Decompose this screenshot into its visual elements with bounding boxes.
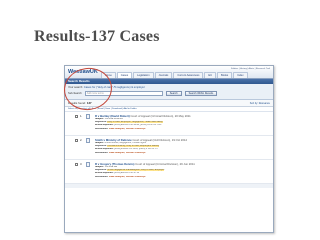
search-within-results-button[interactable]: Search Within Results — [184, 91, 218, 96]
document-icon — [86, 162, 90, 167]
result-where-reported[interactable]: [2011] EWCA Crim 1296; [2011] Crim L.R. … — [114, 124, 161, 126]
results-count-bar: Results found: 137 Sort by: Relevance — [65, 100, 273, 107]
search-button[interactable]: Search — [165, 91, 182, 96]
result-documents-line: Documents: Case Analysis; Official Trans… — [95, 128, 270, 131]
result-subject: Criminal evidence — [104, 118, 123, 120]
tab-current-awareness[interactable]: Current Awareness — [173, 72, 204, 78]
tab-journals[interactable]: Journals — [154, 72, 173, 78]
search-query-prefix: Your search: — [68, 86, 83, 89]
westlaw-screenshot: WestlawUK Home Cases Legislation Journal… — [64, 65, 274, 233]
top-navigation-bar: WestlawUK Home Cases Legislation Journal… — [65, 66, 273, 79]
result-keywords: Combat immunity; Duty of care; Employers… — [107, 145, 160, 148]
results-count: 137 — [86, 101, 92, 105]
result-where-reported[interactable]: [2011] EWCA Crim 1712 — [114, 172, 139, 174]
document-icon — [86, 114, 90, 119]
result-number: 2. — [80, 138, 83, 142]
tab-eu[interactable]: EU — [204, 72, 216, 78]
where-reported-label: Where Reported: — [95, 124, 114, 127]
tab-books[interactable]: Books — [216, 72, 233, 78]
search-query-text: Cases for ("duty of care" /5 negligence)… — [83, 86, 145, 89]
result-checkbox[interactable] — [75, 163, 78, 166]
result-subject: Criminal law — [104, 166, 118, 168]
where-reported-label: Where Reported: — [95, 172, 114, 175]
result-where-reported[interactable]: [2012] EWCA Civ 1365; [2013] 2 W.L.R. 27 — [114, 148, 158, 150]
documents-label: Documents: — [95, 151, 109, 154]
sub-search-row: Sub-Search Add more terms Search Search … — [68, 91, 270, 96]
documents-label: Documents: — [95, 127, 109, 130]
result-subject: Armed forces; Negligence; Human rights — [104, 142, 146, 144]
result-documents[interactable]: Case Analysis; Official Transcript — [109, 176, 145, 178]
result-item: 2. Smith v Ministry of Defence Court of … — [65, 136, 273, 160]
tab-cases[interactable]: Cases — [116, 72, 133, 78]
sub-search-label: Sub-Search — [68, 92, 82, 95]
document-icon — [86, 138, 90, 143]
result-item: 1. R v Bartley (David Robert) Court of A… — [65, 112, 273, 136]
subject-label: Subject: — [95, 142, 105, 144]
result-keywords: Gross negligence manslaughter; Duty of c… — [107, 169, 165, 172]
utility-links[interactable]: Folders | History | Alerts | Research Tr… — [231, 68, 270, 70]
keywords-label: Keywords: — [95, 169, 107, 172]
result-number: 3. — [80, 162, 83, 166]
result-checkbox[interactable] — [75, 139, 78, 142]
result-number: 1. — [80, 114, 83, 118]
where-reported-label: Where Reported: — [95, 148, 114, 151]
slide-title: Results-137 Cases — [34, 28, 160, 45]
tab-index[interactable]: Index — [233, 72, 248, 78]
result-documents-line: Documents: Case Analysis; Official Trans… — [95, 176, 270, 179]
result-keywords: Duty of care; Employer; Negligence; Heal… — [107, 121, 163, 124]
search-query-line: Your search: Cases for ("duty of care" /… — [68, 86, 270, 89]
keywords-label: Keywords: — [95, 145, 107, 148]
tab-home[interactable]: Home — [100, 72, 116, 78]
subject-label: Subject: — [95, 166, 105, 168]
keywords-label: Keywords: — [95, 121, 107, 124]
result-court: Court of Appeal (Criminal Division), 29 … — [135, 162, 195, 166]
result-documents-line: Documents: Case Analysis; Official Trans… — [95, 152, 270, 155]
sort-control[interactable]: Sort by: Relevance — [250, 102, 270, 105]
footer-strip — [65, 184, 273, 188]
result-documents[interactable]: Case Analysis; Official Transcript — [109, 128, 145, 130]
result-court: Court of Appeal (Criminal Division), 20 … — [130, 114, 191, 118]
result-checkbox[interactable] — [75, 115, 78, 118]
result-documents[interactable]: Case Analysis; Official Transcript — [109, 152, 145, 154]
sub-search-input[interactable]: Add more terms — [84, 91, 163, 96]
result-item: 3. R v Gregory (Thomas Dennis) Court of … — [65, 160, 273, 184]
tab-legislation[interactable]: Legislation — [133, 72, 154, 78]
subject-label: Subject: — [95, 118, 105, 120]
documents-label: Documents: — [95, 175, 109, 178]
search-panel: Your search: Cases for ("duty of care" /… — [65, 84, 273, 100]
results-count-label: Results found: — [68, 101, 86, 105]
westlaw-logo: WestlawUK — [68, 69, 98, 75]
